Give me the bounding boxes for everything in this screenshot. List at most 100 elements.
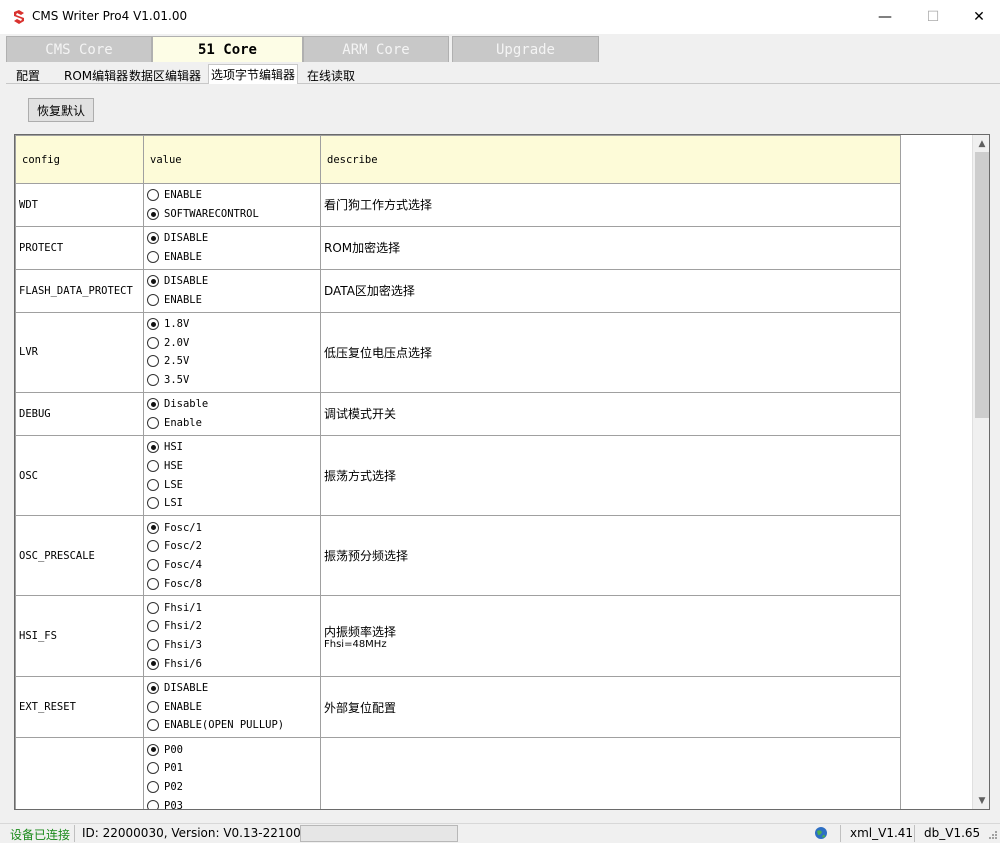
table-row: OSC HSI HSE LSE LSI 振荡方式选择 [15, 434, 901, 517]
radio-unselected-icon[interactable] [147, 781, 159, 794]
radio-option[interactable]: Fhsi/6 [147, 655, 317, 674]
radio-unselected-icon[interactable] [147, 189, 159, 202]
radio-unselected-icon[interactable] [147, 250, 159, 263]
radio-unselected-icon[interactable] [147, 577, 159, 590]
table-row: HSI_FS Fhsi/1 Fhsi/2 Fhsi/3 Fhsi/6 内振频率选择 Fhsi… [15, 595, 901, 677]
radio-option[interactable]: ENABLE [147, 248, 317, 267]
describe-cell: 低压复位电压点选择 [320, 311, 901, 393]
db-version: db_V1.65 [924, 826, 981, 840]
radio-option[interactable]: Fhsi/2 [147, 617, 317, 636]
radio-option[interactable]: LSI [147, 494, 317, 513]
radio-option[interactable]: P01 [147, 759, 317, 778]
scroll-down-arrow-icon[interactable]: ▼ [973, 792, 989, 809]
radio-unselected-icon[interactable] [147, 497, 159, 510]
radio-selected-icon[interactable] [147, 682, 159, 695]
radio-label: DISABLE [164, 232, 209, 245]
describe-cell: DATA区加密选择 [320, 268, 901, 313]
subtab-data-editor[interactable]: 数据区编辑器 [127, 66, 203, 84]
radio-selected-icon[interactable] [147, 208, 159, 221]
radio-option[interactable]: HSI [147, 438, 317, 457]
radio-option[interactable]: ENABLE [147, 186, 317, 205]
radio-unselected-icon[interactable] [147, 799, 159, 809]
radio-option[interactable]: 2.5V [147, 352, 317, 371]
radio-option[interactable]: Fhsi/1 [147, 598, 317, 617]
describe-cell: 振荡方式选择 [320, 434, 901, 517]
radio-unselected-icon[interactable] [147, 601, 159, 614]
radio-selected-icon[interactable] [147, 743, 159, 756]
radio-option[interactable]: DISABLE [147, 679, 317, 698]
radio-unselected-icon[interactable] [147, 374, 159, 387]
radio-selected-icon[interactable] [147, 275, 159, 288]
radio-label: P02 [164, 781, 183, 794]
scrollbar-thumb[interactable] [975, 152, 989, 418]
radio-label: ENABLE [164, 293, 202, 306]
app-logo-icon [14, 10, 24, 24]
radio-selected-icon[interactable] [147, 232, 159, 245]
radio-label: Disable [164, 398, 209, 411]
radio-option[interactable]: P03 [147, 796, 317, 809]
radio-unselected-icon[interactable] [147, 355, 159, 368]
radio-unselected-icon[interactable] [147, 620, 159, 633]
subtab-online-read[interactable]: 在线读取 [305, 66, 357, 84]
radio-unselected-icon[interactable] [147, 417, 159, 429]
radio-option[interactable]: 1.8V [147, 315, 317, 334]
radio-option[interactable]: P02 [147, 778, 317, 797]
radio-option[interactable]: Fhsi/3 [147, 636, 317, 655]
table-row: OSC_PRESCALE Fosc/1 Fosc/2 Fosc/4 Fosc/8 振荡预分… [15, 515, 901, 597]
radio-option[interactable]: ENABLE(OPEN PULLUP) [147, 716, 317, 735]
radio-option[interactable]: 3.5V [147, 371, 317, 390]
radio-option[interactable]: Fosc/8 [147, 574, 317, 593]
radio-selected-icon[interactable] [147, 657, 159, 670]
radio-label: ENABLE [164, 700, 202, 713]
radio-option[interactable]: LSE [147, 475, 317, 494]
radio-selected-icon[interactable] [147, 521, 159, 534]
radio-selected-icon[interactable] [147, 398, 159, 411]
radio-unselected-icon[interactable] [147, 700, 159, 713]
value-cell: Fosc/1 Fosc/2 Fosc/4 Fosc/8 [143, 515, 321, 597]
radio-option[interactable]: DISABLE [147, 272, 317, 291]
radio-option[interactable]: P00 [147, 740, 317, 759]
vertical-scrollbar[interactable]: ▲ ▼ [972, 135, 989, 809]
maximize-button[interactable]: ☐ [910, 0, 956, 34]
radio-option[interactable]: Fosc/2 [147, 537, 317, 556]
subtab-config[interactable]: 配置 [14, 66, 42, 84]
radio-unselected-icon[interactable] [147, 459, 159, 472]
radio-unselected-icon[interactable] [147, 540, 159, 553]
radio-unselected-icon[interactable] [147, 719, 159, 732]
radio-option[interactable]: Disable [147, 395, 317, 414]
radio-unselected-icon[interactable] [147, 639, 159, 652]
radio-unselected-icon[interactable] [147, 293, 159, 306]
radio-unselected-icon[interactable] [147, 478, 159, 491]
radio-option[interactable]: ENABLE [147, 290, 317, 309]
radio-option[interactable]: Fosc/4 [147, 556, 317, 575]
radio-option[interactable]: DISABLE [147, 229, 317, 248]
radio-selected-icon[interactable] [147, 441, 159, 454]
minimize-button[interactable]: — [862, 0, 908, 34]
subtab-rom-editor[interactable]: ROM编辑器 [62, 66, 130, 84]
radio-unselected-icon[interactable] [147, 336, 159, 349]
radio-option[interactable]: SOFTWARECONTROL [147, 205, 317, 224]
config-cell: WDT [15, 183, 144, 227]
tab-cms-core[interactable]: CMS Core [6, 36, 152, 62]
radio-unselected-icon[interactable] [147, 762, 159, 775]
radio-label: P00 [164, 743, 183, 756]
resize-grip-icon[interactable] [988, 830, 998, 840]
subtab-option-byte-editor[interactable]: 选项字节编辑器 [208, 64, 299, 85]
tab-arm-core[interactable]: ARM Core [303, 36, 449, 62]
radio-option[interactable]: ENABLE [147, 697, 317, 716]
radio-selected-icon[interactable] [147, 318, 159, 331]
radio-option[interactable]: HSE [147, 457, 317, 476]
scroll-up-arrow-icon[interactable]: ▲ [973, 135, 989, 152]
restore-default-button[interactable]: 恢复默认 [28, 98, 94, 122]
status-divider [74, 825, 75, 842]
close-button[interactable]: ✕ [956, 0, 1000, 34]
radio-option[interactable]: Fosc/1 [147, 518, 317, 537]
radio-label: Fosc/4 [164, 558, 202, 571]
radio-label: P01 [164, 762, 183, 775]
tab-upgrade[interactable]: Upgrade [452, 36, 599, 62]
radio-label: 2.0V [164, 336, 190, 349]
radio-option[interactable]: 2.0V [147, 333, 317, 352]
radio-unselected-icon[interactable] [147, 558, 159, 571]
radio-option[interactable]: Enable [147, 414, 317, 433]
tab-51-core[interactable]: 51 Core [152, 36, 303, 62]
